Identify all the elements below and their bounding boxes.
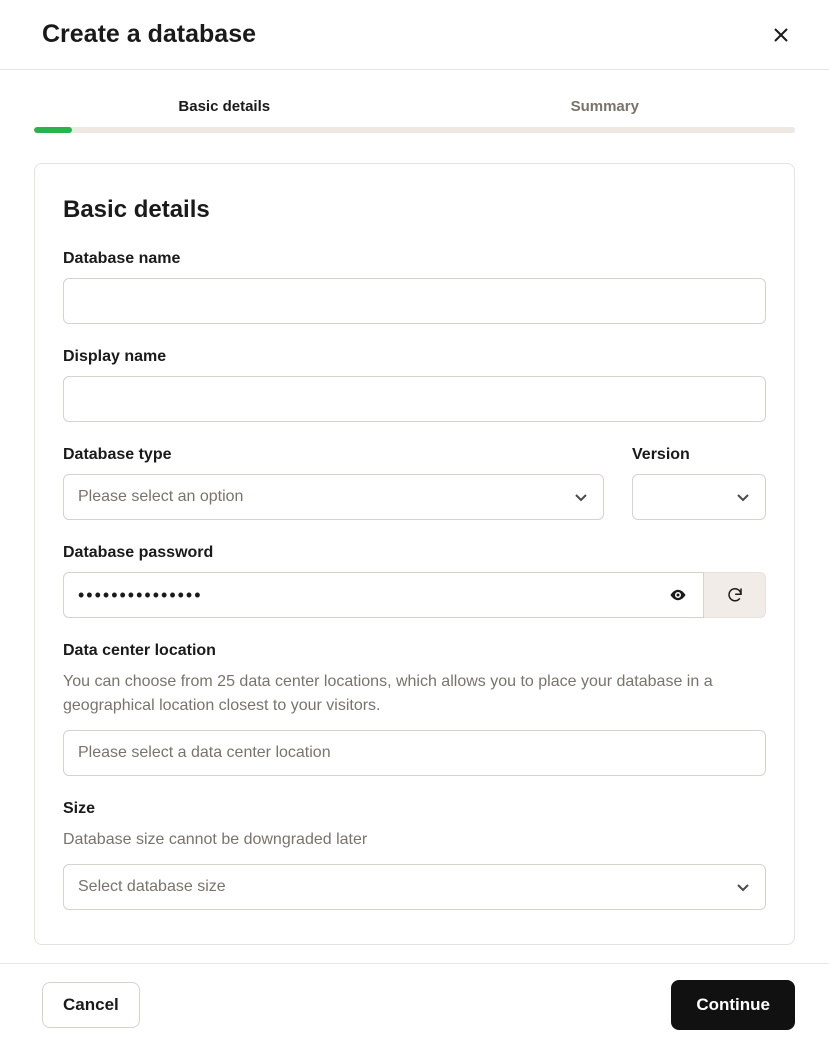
form-card: Basic details Database name Display name… xyxy=(34,163,795,945)
version-label: Version xyxy=(632,446,766,464)
display-name-label: Display name xyxy=(63,348,766,366)
size-select[interactable]: Select database size xyxy=(63,864,766,910)
field-row-type-version: Database type Please select an option Ve… xyxy=(63,446,766,520)
password-input-wrap[interactable]: ••••••••••••••• xyxy=(63,572,704,618)
eye-icon xyxy=(669,586,687,604)
field-size: Size Database size cannot be downgraded … xyxy=(63,800,766,910)
cancel-button[interactable]: Cancel xyxy=(42,982,140,1028)
tab-basic-details[interactable]: Basic details xyxy=(34,88,415,127)
size-help-text: Database size cannot be downgraded later xyxy=(63,828,766,852)
password-regenerate-button[interactable] xyxy=(704,572,766,618)
location-select[interactable]: Please select a data center location xyxy=(63,730,766,776)
display-name-input[interactable] xyxy=(63,376,766,422)
database-type-select[interactable]: Please select an option xyxy=(63,474,604,520)
section-title: Basic details xyxy=(63,196,766,224)
password-visibility-toggle[interactable] xyxy=(665,586,691,604)
chevron-down-icon xyxy=(573,489,589,505)
size-label: Size xyxy=(63,800,766,818)
password-value: ••••••••••••••• xyxy=(78,585,665,606)
close-icon xyxy=(773,27,789,43)
database-name-input[interactable] xyxy=(63,278,766,324)
field-database-type: Database type Please select an option xyxy=(63,446,604,520)
field-password: Database password ••••••••••••••• xyxy=(63,544,766,618)
password-label: Database password xyxy=(63,544,766,562)
wizard-progress-fill xyxy=(34,127,72,133)
field-location: Data center location You can choose from… xyxy=(63,642,766,776)
wizard-tabs: Basic details Summary xyxy=(0,88,829,127)
field-database-name: Database name xyxy=(63,250,766,324)
close-button[interactable] xyxy=(767,21,795,49)
database-type-label: Database type xyxy=(63,446,604,464)
chevron-down-icon xyxy=(735,489,751,505)
location-placeholder: Please select a data center location xyxy=(78,744,331,762)
location-help-text: You can choose from 25 data center locat… xyxy=(63,670,766,718)
size-placeholder: Select database size xyxy=(78,878,226,896)
location-label: Data center location xyxy=(63,642,766,660)
database-type-placeholder: Please select an option xyxy=(78,488,243,506)
modal-header: Create a database xyxy=(0,0,829,70)
version-select[interactable] xyxy=(632,474,766,520)
field-display-name: Display name xyxy=(63,348,766,422)
password-row: ••••••••••••••• xyxy=(63,572,766,618)
wizard-progress-track xyxy=(34,127,795,133)
tab-summary[interactable]: Summary xyxy=(415,88,796,127)
continue-button[interactable]: Continue xyxy=(671,980,795,1030)
refresh-icon xyxy=(726,586,744,604)
modal-title: Create a database xyxy=(42,20,256,49)
modal-footer: Cancel Continue xyxy=(0,963,829,1046)
database-name-label: Database name xyxy=(63,250,766,268)
chevron-down-icon xyxy=(735,879,751,895)
field-version: Version xyxy=(632,446,766,520)
